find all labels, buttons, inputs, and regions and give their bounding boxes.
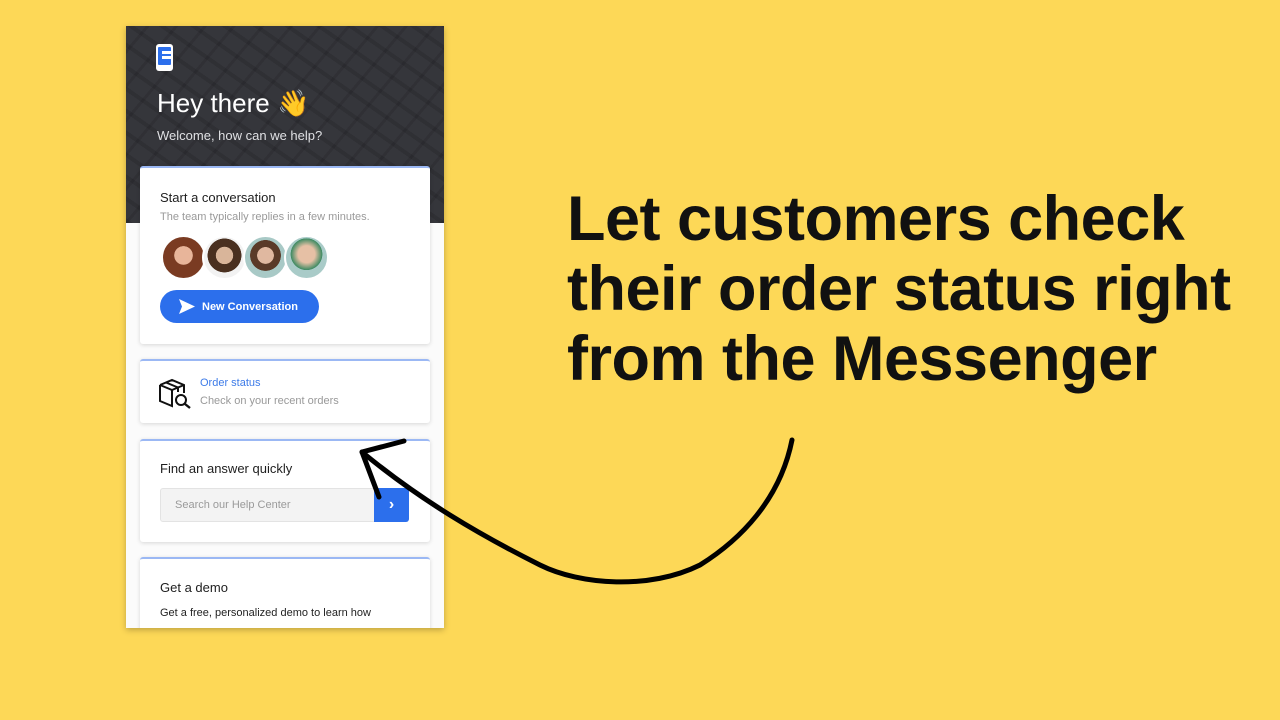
headline: Let customers check their order status r… (567, 184, 1231, 394)
